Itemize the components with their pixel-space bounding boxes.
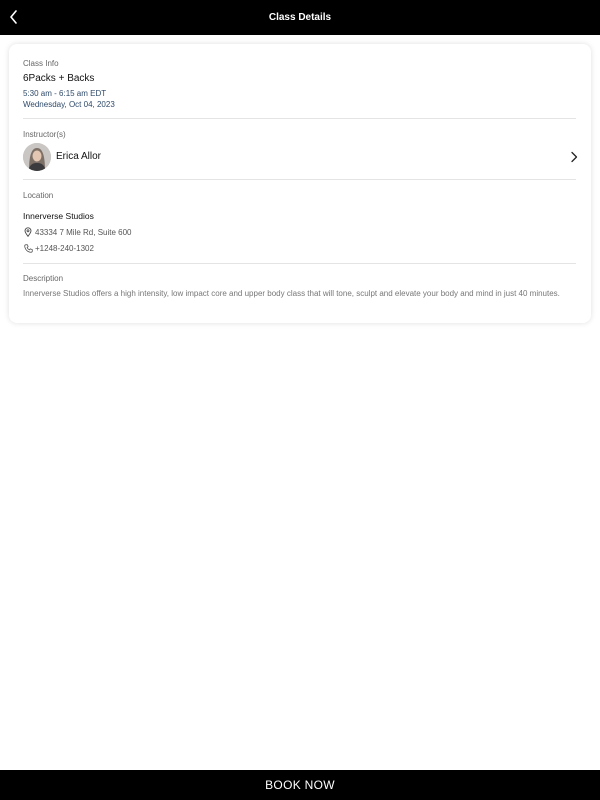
- page-title: Class Details: [268, 12, 332, 23]
- location-label: Location: [23, 191, 54, 200]
- class-time: 5:30 am - 6:15 am EDT: [23, 89, 107, 98]
- instructors-label: Instructor(s): [23, 130, 66, 139]
- description-text: Innerverse Studios offers a high intensi…: [23, 289, 560, 298]
- instructor-name: Erica Allor: [56, 151, 102, 162]
- book-now-label: BOOK NOW: [265, 778, 335, 792]
- class-date: Wednesday, Oct 04, 2023: [23, 100, 115, 109]
- book-now-button[interactable]: BOOK NOW: [0, 770, 600, 800]
- class-info-label: Class Info: [23, 59, 59, 68]
- avatar: [23, 143, 51, 171]
- class-name: 6Packs + Backs: [23, 73, 95, 84]
- divider: [23, 263, 576, 264]
- phone-text: +1248-240-1302: [35, 243, 94, 253]
- chevron-right-icon: [571, 151, 578, 163]
- divider: [23, 118, 576, 119]
- phone-icon: [23, 243, 33, 253]
- studio-name: Innerverse Studios: [23, 211, 94, 221]
- class-details-card: Class Info 6Packs + Backs 5:30 am - 6:15…: [9, 44, 591, 323]
- description-label: Description: [23, 274, 64, 283]
- instructor-row[interactable]: Erica Allor: [23, 143, 579, 173]
- phone-row[interactable]: +1248-240-1302: [23, 242, 94, 254]
- divider: [23, 179, 576, 180]
- address-text: 43334 7 Mile Rd, Suite 600: [35, 227, 132, 237]
- top-navigation-bar: Class Details: [0, 0, 600, 35]
- map-pin-icon: [23, 227, 33, 237]
- address-row: 43334 7 Mile Rd, Suite 600: [23, 226, 132, 238]
